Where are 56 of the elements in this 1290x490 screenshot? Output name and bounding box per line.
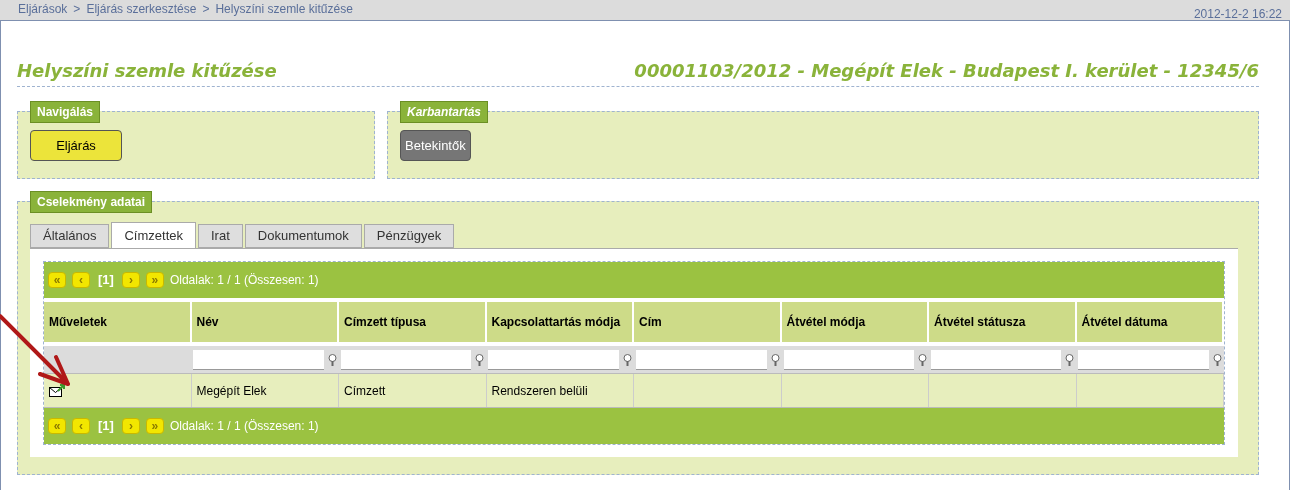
filter-icon[interactable] xyxy=(1213,353,1222,366)
breadcrumb-separator: > xyxy=(202,2,210,16)
table-cell: Megépít Elek xyxy=(191,374,339,407)
column-header: Átvétel dátuma xyxy=(1076,302,1224,342)
panel-legend: Karbantartás xyxy=(400,101,489,123)
breadcrumb-link[interactable]: Eljárás szerkesztése xyxy=(86,2,197,16)
panel-legend: Cselekmény adatai xyxy=(30,191,153,213)
column-header: Műveletek xyxy=(44,302,192,342)
tab[interactable]: Általános xyxy=(30,224,110,248)
panel-legend: Navigálás xyxy=(30,101,101,123)
filter-icon[interactable] xyxy=(770,353,780,366)
previous-page-button[interactable]: ‹ xyxy=(72,418,90,434)
filter-icon[interactable] xyxy=(917,353,927,366)
filter-icon[interactable] xyxy=(1065,353,1074,366)
filter-field[interactable] xyxy=(341,349,472,370)
column-header: Név xyxy=(191,302,339,342)
table-cell: Rendszeren belüli xyxy=(486,374,634,407)
last-page-button[interactable]: » xyxy=(145,418,164,434)
timestamp: 2012-12-2 16:22 xyxy=(1193,8,1282,20)
filter-icon[interactable] xyxy=(475,353,485,366)
tab[interactable]: Pénzügyek xyxy=(363,224,455,248)
first-page-button[interactable]: « xyxy=(48,272,66,288)
envelope-icon[interactable] xyxy=(49,383,65,398)
last-page-button[interactable]: » xyxy=(145,272,164,288)
column-header: Címzett típusa xyxy=(339,302,487,342)
next-page-button[interactable]: › xyxy=(121,272,140,288)
page-link[interactable]: [1] xyxy=(96,270,116,290)
column-header: Kapcsolattartás módja xyxy=(486,302,634,342)
next-page-button[interactable]: › xyxy=(121,418,140,434)
filter-field[interactable] xyxy=(930,349,1061,370)
filter-field[interactable] xyxy=(635,349,767,370)
page-summary: Oldalak: 1 / 1 (Összesen: 1) xyxy=(169,418,319,435)
case-title: 00001103/2012 - Megépít Elek - Budapest I. kerület - 12345/6 xyxy=(634,59,1259,83)
page-summary: Oldalak: 1 / 1 (Összesen: 1) xyxy=(169,272,319,289)
tab[interactable]: Irat xyxy=(198,224,243,248)
tab[interactable]: Címzettek xyxy=(111,222,196,248)
filter-field[interactable] xyxy=(193,349,325,370)
breadcrumb-link[interactable]: Helyszíni szemle kitűzése xyxy=(215,2,353,16)
column-header: Átvétel státusza xyxy=(929,302,1077,342)
table-cell: Címzett xyxy=(339,374,487,407)
filter-icon[interactable] xyxy=(328,353,338,366)
column-header: Cím xyxy=(634,302,782,342)
breadcrumb-link[interactable]: Eljárások xyxy=(18,2,68,16)
breadcrumb-separator: > xyxy=(73,2,81,16)
column-header: Átvétel módja xyxy=(781,302,929,342)
first-page-button[interactable]: « xyxy=(48,418,66,434)
page-title: Helyszíni szemle kitűzése xyxy=(17,59,277,83)
nav-button[interactable]: Eljárás xyxy=(30,130,122,161)
filter-icon[interactable] xyxy=(622,353,632,366)
previous-page-button[interactable]: ‹ xyxy=(72,272,90,288)
page-link[interactable]: [1] xyxy=(96,416,116,436)
filter-field[interactable] xyxy=(1078,349,1209,370)
filter-field[interactable] xyxy=(783,349,914,370)
filter-field[interactable] xyxy=(488,349,619,370)
nav-button[interactable]: Betekintők xyxy=(400,130,471,161)
tab[interactable]: Dokumentumok xyxy=(244,224,362,248)
